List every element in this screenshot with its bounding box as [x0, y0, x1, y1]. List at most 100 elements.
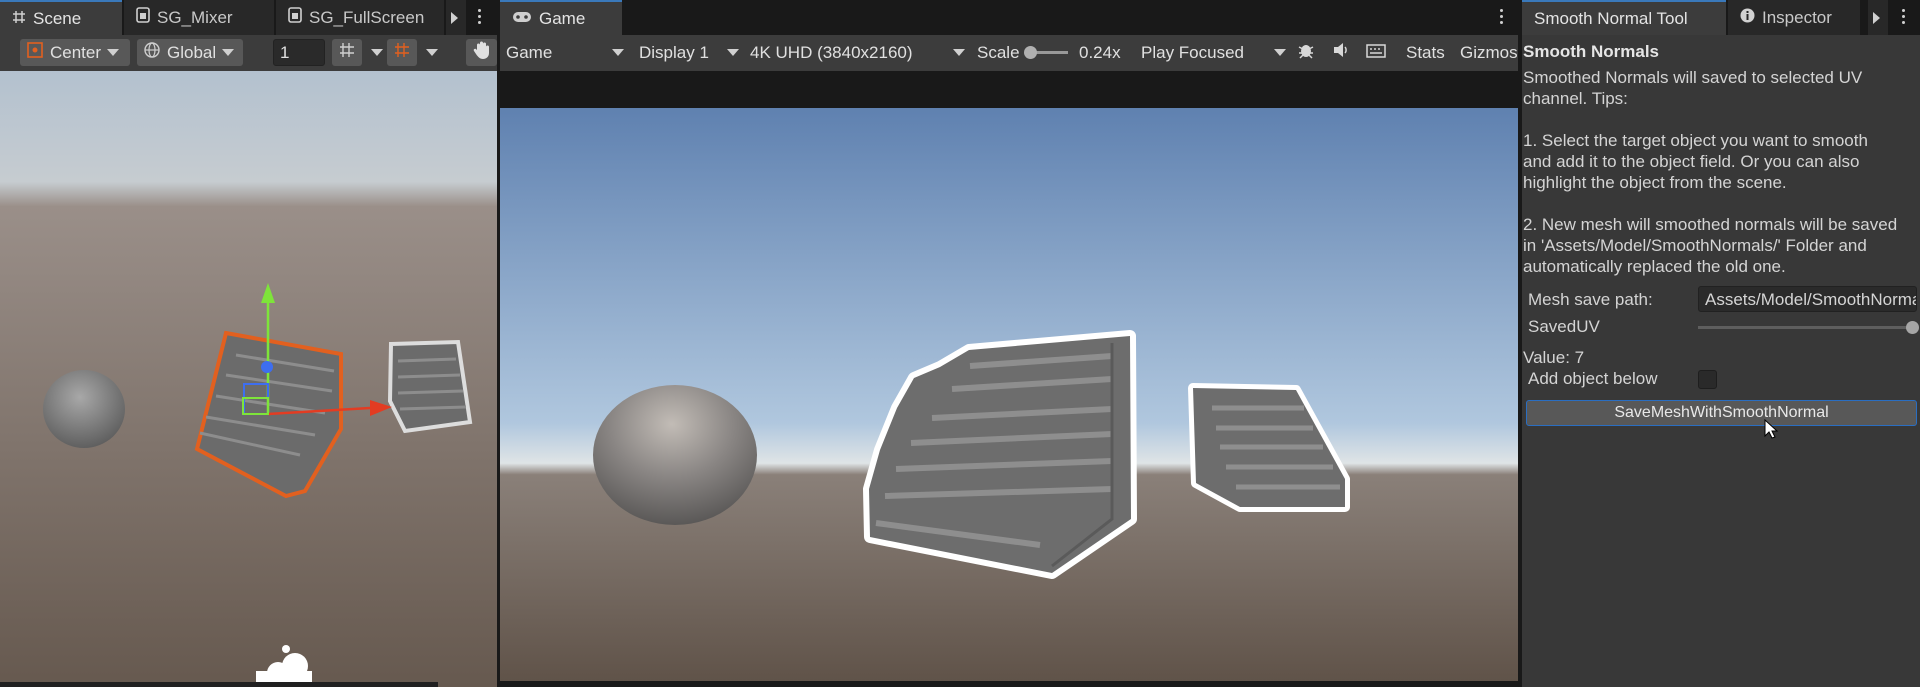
- scale-slider[interactable]: [1024, 46, 1068, 59]
- snap-grid-dropdown[interactable]: [365, 39, 383, 66]
- hand-icon: [473, 40, 491, 65]
- game-render: [500, 71, 1518, 687]
- scale-slider-knob[interactable]: [1024, 46, 1037, 59]
- game-sphere: [593, 385, 757, 525]
- scene-stair-outlined: [387, 339, 473, 434]
- hand-tool-button[interactable]: [466, 39, 497, 66]
- tab-smooth-normal-tool[interactable]: Smooth Normal Tool: [1522, 0, 1726, 35]
- pivot-center-icon: [26, 41, 44, 64]
- mute-audio-button[interactable]: [1326, 39, 1356, 66]
- mouse-cursor-icon: [1764, 418, 1779, 444]
- description-line: channel. Tips:: [1523, 89, 1628, 108]
- save-mesh-button[interactable]: SaveMeshWithSmoothNormal: [1526, 400, 1917, 426]
- stats-button[interactable]: Stats: [1406, 39, 1445, 66]
- resolution-label: 4K UHD (3840x2160): [750, 42, 913, 62]
- description-line: and add it to the object field. Or you c…: [1523, 152, 1860, 171]
- increment-snap-button[interactable]: [387, 39, 417, 66]
- description-line: automatically replaced the old one.: [1523, 257, 1786, 276]
- increment-snap-dropdown[interactable]: [420, 39, 438, 66]
- chevron-down-icon: [727, 49, 739, 56]
- section-header: Smooth Normals: [1523, 42, 1660, 61]
- gamepad-icon: [512, 9, 532, 29]
- keyboard-icon: [1366, 43, 1386, 63]
- view-mode-label: Game: [506, 42, 553, 62]
- panel-menu-icon[interactable]: [1500, 9, 1504, 24]
- display-dropdown[interactable]: Display 1: [639, 39, 739, 66]
- tab-inspector[interactable]: Inspector: [1728, 0, 1860, 35]
- resolution-dropdown[interactable]: 4K UHD (3840x2160): [750, 39, 965, 66]
- shadergraph-icon: [288, 7, 302, 28]
- game-panel: Game Game Display 1 4K UHD (3840x2160) S…: [500, 0, 1518, 687]
- bug-icon: [1297, 41, 1315, 64]
- saved-uv-slider-knob[interactable]: [1906, 321, 1919, 334]
- scale-label: Scale: [977, 42, 1020, 62]
- description-line: 2. New mesh will smoothed normals will b…: [1523, 215, 1898, 234]
- tab-scene-label: Scene: [33, 8, 82, 28]
- snap-increment-icon: [393, 41, 411, 64]
- display-label: Display 1: [639, 42, 709, 62]
- play-arrow-icon: [451, 11, 458, 24]
- pivot-mode-dropdown[interactable]: Center: [20, 39, 130, 66]
- mesh-save-path-label: Mesh save path:: [1528, 290, 1653, 309]
- saved-uv-slider[interactable]: [1698, 321, 1919, 334]
- globe-icon: [143, 41, 161, 64]
- tool-description: Smoothed Normals will saved to selected …: [1523, 67, 1897, 277]
- view-mode-dropdown[interactable]: Game: [506, 39, 624, 66]
- saved-uv-label: SavedUV: [1528, 317, 1600, 336]
- tab-sg-fullscreen[interactable]: SG_FullScreen: [276, 0, 444, 35]
- tab-sg-mixer-label: SG_Mixer: [157, 7, 233, 27]
- save-mesh-button-label: SaveMeshWithSmoothNormal: [1614, 404, 1829, 421]
- scale-value: 0.24x: [1079, 42, 1121, 62]
- description-line: 1. Select the target object you want to …: [1523, 131, 1868, 150]
- description-line: Smoothed Normals will saved to selected …: [1523, 68, 1863, 87]
- frame-debugger-button[interactable]: [1291, 39, 1321, 66]
- tab-scene[interactable]: Scene: [0, 0, 122, 35]
- pivot-rotation-dropdown[interactable]: Global: [137, 39, 243, 66]
- play-mode-dropdown[interactable]: Play Focused: [1141, 39, 1286, 66]
- grid-icon: [12, 9, 26, 29]
- description-line: [1523, 109, 1897, 130]
- scene-viewport[interactable]: [0, 71, 497, 687]
- tab-game-label: Game: [539, 8, 586, 28]
- grid-size-value: 1: [280, 42, 290, 62]
- chevron-down-icon: [222, 49, 235, 56]
- unity-editor-window: Scene SG_Mixer SG_FullScreen Center Glob…: [0, 0, 1920, 687]
- smooth-normal-tool-panel: Smooth Normals Smoothed Normals will sav…: [1522, 35, 1920, 687]
- panel-menu-icon[interactable]: [1902, 9, 1906, 24]
- scene-panel: Scene SG_Mixer SG_FullScreen Center Glob…: [0, 0, 497, 687]
- grid-snap-icon: [338, 41, 356, 64]
- tab-inspector-label: Inspector: [1762, 7, 1832, 27]
- scene-render: [0, 71, 497, 687]
- chevron-down-icon: [1274, 49, 1286, 56]
- play-mode-label: Play Focused: [1141, 42, 1244, 62]
- scene-sphere: [43, 370, 125, 448]
- panel-menu-icon[interactable]: [478, 9, 482, 24]
- shortcuts-button[interactable]: [1361, 39, 1391, 66]
- more-tabs-button[interactable]: [1868, 0, 1888, 35]
- description-line: highlight the object from the scene.: [1523, 173, 1787, 192]
- inspector-tabbar: Smooth Normal Tool Inspector: [1522, 0, 1920, 35]
- info-icon: [1740, 8, 1755, 28]
- pivot-rotation-label: Global: [167, 42, 217, 62]
- chevron-down-icon: [612, 49, 624, 56]
- scene-toolbar: Center Global 1: [0, 35, 497, 72]
- game-viewport[interactable]: [500, 71, 1518, 687]
- add-object-below-checkbox[interactable]: [1698, 370, 1717, 389]
- shadergraph-icon: [136, 7, 150, 28]
- chevron-down-icon: [371, 49, 383, 56]
- game-tabbar: Game: [500, 0, 1518, 35]
- more-tabs-button[interactable]: [446, 0, 466, 35]
- description-line: [1523, 193, 1897, 214]
- mesh-save-path-field[interactable]: Assets/Model/SmoothNormals/: [1698, 286, 1917, 312]
- add-object-below-label: Add object below: [1528, 369, 1658, 388]
- saved-uv-value-text: Value: 7: [1523, 348, 1585, 367]
- grid-size-field[interactable]: 1: [273, 39, 325, 66]
- tab-sg-mixer[interactable]: SG_Mixer: [124, 0, 274, 35]
- chevron-down-icon: [953, 49, 965, 56]
- description-line: in 'Assets/Model/SmoothNormals/' Folder …: [1523, 236, 1867, 255]
- pivot-mode-label: Center: [50, 42, 102, 62]
- tab-sg-fullscreen-label: SG_FullScreen: [309, 7, 425, 27]
- snap-grid-button[interactable]: [332, 39, 362, 66]
- gizmos-button[interactable]: Gizmos: [1460, 39, 1518, 66]
- tab-game[interactable]: Game: [500, 0, 622, 35]
